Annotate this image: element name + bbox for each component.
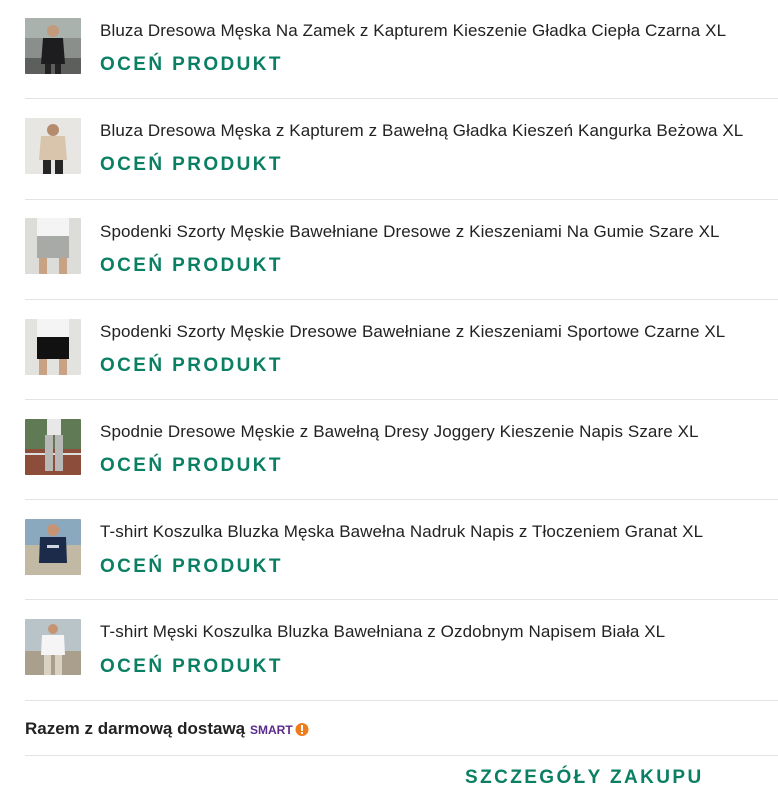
- list-item: Spodenki Szorty Męskie Bawełniane Dresow…: [25, 200, 778, 300]
- product-title[interactable]: Spodenki Szorty Męskie Dresowe Bawełnian…: [100, 322, 725, 342]
- delivery-summary: Razem z darmową dostawą SMART: [25, 702, 778, 756]
- order-details-page: Bluza Dresowa Męska Na Zamek z Kapturem …: [0, 0, 778, 800]
- product-title[interactable]: T-shirt Koszulka Bluzka Męska Bawełna Na…: [100, 522, 703, 542]
- product-title[interactable]: T-shirt Męski Koszulka Bluzka Bawełniana…: [100, 622, 665, 642]
- product-title[interactable]: Bluza Dresowa Męska Na Zamek z Kapturem …: [100, 21, 726, 41]
- list-item: Bluza Dresowa Męska z Kapturem z Bawełną…: [25, 99, 778, 200]
- product-thumbnail[interactable]: [25, 118, 81, 174]
- list-item: Spodenki Szorty Męskie Dresowe Bawełnian…: [25, 300, 778, 400]
- list-item: Bluza Dresowa Męska Na Zamek z Kapturem …: [25, 0, 778, 99]
- purchase-details-button[interactable]: SZCZEGÓŁY ZAKUPU: [465, 767, 704, 789]
- rate-product-button[interactable]: OCEŃ PRODUKT: [100, 556, 283, 578]
- list-item: T-shirt Koszulka Bluzka Męska Bawełna Na…: [25, 500, 778, 600]
- product-title[interactable]: Bluza Dresowa Męska z Kapturem z Bawełną…: [100, 121, 743, 141]
- product-list: Bluza Dresowa Męska Na Zamek z Kapturem …: [25, 0, 778, 701]
- product-thumbnail[interactable]: [25, 218, 81, 274]
- product-thumbnail[interactable]: [25, 619, 81, 675]
- rate-product-button[interactable]: OCEŃ PRODUKT: [100, 455, 283, 477]
- rate-product-button[interactable]: OCEŃ PRODUKT: [100, 54, 283, 76]
- product-thumbnail[interactable]: [25, 319, 81, 375]
- list-item: Spodnie Dresowe Męskie z Bawełną Dresy J…: [25, 400, 778, 500]
- product-thumbnail[interactable]: [25, 519, 81, 575]
- product-title[interactable]: Spodenki Szorty Męskie Bawełniane Dresow…: [100, 222, 720, 242]
- product-title[interactable]: Spodnie Dresowe Męskie z Bawełną Dresy J…: [100, 422, 699, 442]
- product-thumbnail[interactable]: [25, 419, 81, 475]
- rate-product-button[interactable]: OCEŃ PRODUKT: [100, 255, 283, 277]
- list-item: T-shirt Męski Koszulka Bluzka Bawełniana…: [25, 600, 778, 701]
- rate-product-button[interactable]: OCEŃ PRODUKT: [100, 154, 283, 176]
- delivery-text: Razem z darmową dostawą: [25, 719, 246, 738]
- product-thumbnail[interactable]: [25, 18, 81, 74]
- rate-product-button[interactable]: OCEŃ PRODUKT: [100, 355, 283, 377]
- svg-text:SMART: SMART: [250, 723, 293, 737]
- smart-logo-icon: SMART: [250, 723, 309, 737]
- rate-product-button[interactable]: OCEŃ PRODUKT: [100, 656, 283, 678]
